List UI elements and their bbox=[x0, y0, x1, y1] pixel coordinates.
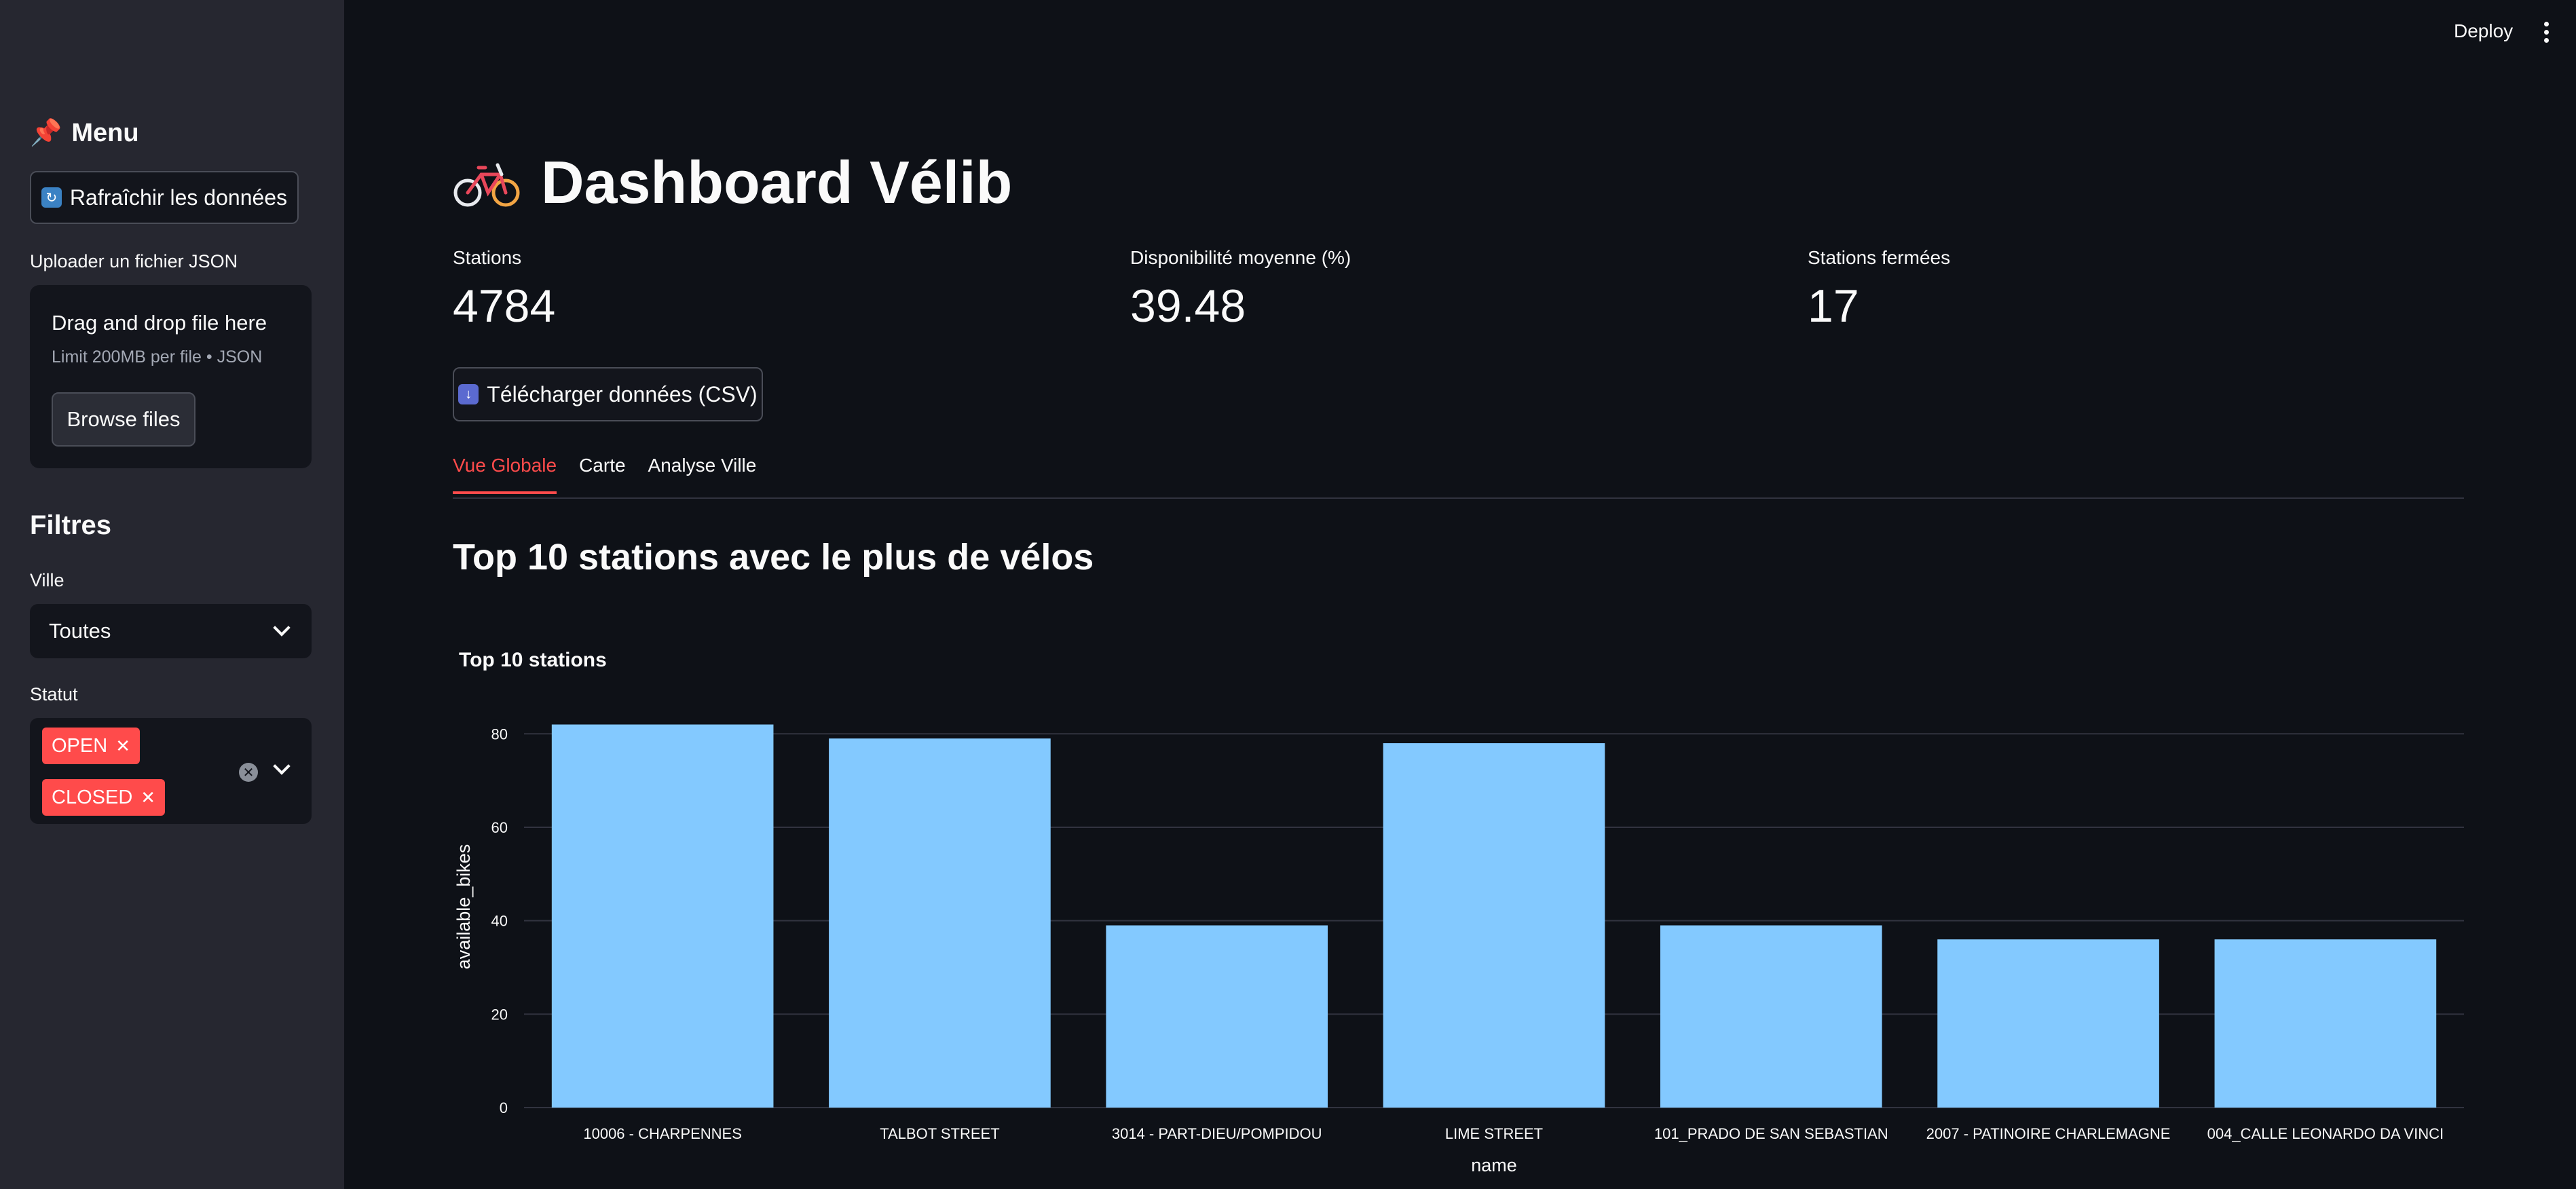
sidebar-title-text: Menu bbox=[71, 118, 139, 147]
remove-tag-icon[interactable]: ✕ bbox=[141, 787, 155, 808]
status-tag-label: OPEN bbox=[52, 734, 108, 757]
tab-vue-globale[interactable]: Vue Globale bbox=[453, 455, 557, 494]
y-tick-label: 40 bbox=[491, 913, 508, 930]
bar bbox=[2214, 939, 2437, 1108]
more-options-icon[interactable] bbox=[2544, 22, 2550, 46]
page-title-text: Dashboard Vélib bbox=[541, 149, 1013, 216]
pushpin-icon: 📌 bbox=[30, 119, 62, 147]
x-tick-label: 10006 - CHARPENNES bbox=[583, 1125, 742, 1142]
tab-analyse-ville[interactable]: Analyse Ville bbox=[648, 455, 757, 494]
x-tick-label: LIME STREET bbox=[1445, 1125, 1543, 1142]
status-label: Statut bbox=[30, 684, 78, 704]
x-tick-label: TALBOT STREET bbox=[880, 1125, 999, 1142]
download-csv-button[interactable]: ↓ Télécharger données (CSV) bbox=[453, 367, 763, 421]
refresh-button[interactable]: ↻ Rafraîchir les données bbox=[30, 171, 299, 224]
status-tag-label: CLOSED bbox=[52, 786, 133, 808]
tab-bar: Vue Globale Carte Analyse Ville bbox=[453, 455, 756, 494]
bar bbox=[1383, 743, 1605, 1108]
section-title: Top 10 stations avec le plus de vélos bbox=[453, 537, 1094, 578]
city-label: Ville bbox=[30, 570, 64, 590]
status-tag-closed: CLOSED ✕ bbox=[42, 779, 166, 816]
chevron-down-icon[interactable] bbox=[273, 757, 291, 775]
clear-all-icon[interactable]: ✕ bbox=[239, 763, 258, 782]
metric-value-stations: 4784 bbox=[453, 280, 556, 332]
bar bbox=[1660, 925, 1882, 1108]
sidebar-title: 📌 Menu bbox=[30, 115, 139, 151]
y-tick-label: 60 bbox=[491, 819, 508, 836]
bar-chart: Top 10 stations 0 20 40 60 80 10006 - CHARPENN… bbox=[448, 638, 2471, 1189]
bicycle-icon bbox=[453, 163, 520, 207]
metric-label-closed: Stations fermées bbox=[1808, 247, 1951, 268]
y-tick-label: 0 bbox=[500, 1099, 508, 1116]
metric-value-closed: 17 bbox=[1808, 280, 1859, 332]
refresh-button-label: Rafraîchir les données bbox=[69, 185, 288, 210]
tabs-divider bbox=[453, 497, 2464, 499]
browse-files-button[interactable]: Browse files bbox=[52, 392, 195, 447]
chevron-down-icon[interactable] bbox=[273, 619, 291, 637]
refresh-icon: ↻ bbox=[41, 187, 62, 208]
y-tick-label: 80 bbox=[491, 725, 508, 742]
bar bbox=[1106, 925, 1328, 1108]
download-csv-label: Télécharger données (CSV) bbox=[487, 381, 758, 407]
metric-label-stations: Stations bbox=[453, 247, 522, 268]
sidebar: 📌 Menu ↻ Rafraîchir les données Uploader… bbox=[0, 0, 344, 1189]
app-window: 📌 Menu ↻ Rafraîchir les données Uploader… bbox=[0, 0, 2576, 1189]
page-title: Dashboard Vélib bbox=[453, 148, 1012, 217]
city-select[interactable]: Toutes bbox=[30, 604, 312, 658]
metric-value-availability: 39.48 bbox=[1130, 280, 1246, 332]
y-tick-label: 20 bbox=[491, 1006, 508, 1023]
filters-title: Filtres bbox=[30, 510, 112, 540]
x-tick-label: 2007 - PATINOIRE CHARLEMAGNE bbox=[1926, 1125, 2171, 1142]
upload-label: Uploader un fichier JSON bbox=[30, 251, 238, 271]
deploy-button[interactable]: Deploy bbox=[2454, 20, 2513, 42]
file-uploader-dropzone[interactable]: Drag and drop file here Limit 200MB per … bbox=[30, 285, 312, 468]
inbox-tray-icon: ↓ bbox=[458, 384, 479, 404]
remove-tag-icon[interactable]: ✕ bbox=[115, 736, 130, 757]
metric-label-availability: Disponibilité moyenne (%) bbox=[1130, 247, 1351, 268]
bar bbox=[829, 738, 1051, 1108]
bar bbox=[1937, 939, 2159, 1108]
chart-title: Top 10 stations bbox=[459, 649, 607, 671]
x-tick-label: 004_CALLE LEONARDO DA VINCI bbox=[2207, 1125, 2444, 1142]
x-tick-label: 101_PRADO DE SAN SEBASTIAN bbox=[1654, 1125, 1888, 1142]
city-select-value: Toutes bbox=[49, 619, 111, 643]
status-tag-open: OPEN ✕ bbox=[42, 728, 140, 764]
upload-limit-text: Limit 200MB per file • JSON bbox=[52, 347, 263, 366]
bar-chart-svg: Top 10 stations 0 20 40 60 80 10006 - CHARPENN… bbox=[453, 649, 2464, 1175]
y-axis-label: available_bikes bbox=[453, 844, 474, 970]
x-axis-label: name bbox=[1471, 1155, 1517, 1175]
tab-carte[interactable]: Carte bbox=[579, 455, 625, 494]
upload-drop-text: Drag and drop file here bbox=[52, 311, 267, 335]
x-tick-label: 3014 - PART-DIEU/POMPIDOU bbox=[1112, 1125, 1322, 1142]
bar bbox=[551, 724, 774, 1108]
status-multiselect[interactable]: OPEN ✕ CLOSED ✕ ✕ bbox=[30, 718, 312, 824]
